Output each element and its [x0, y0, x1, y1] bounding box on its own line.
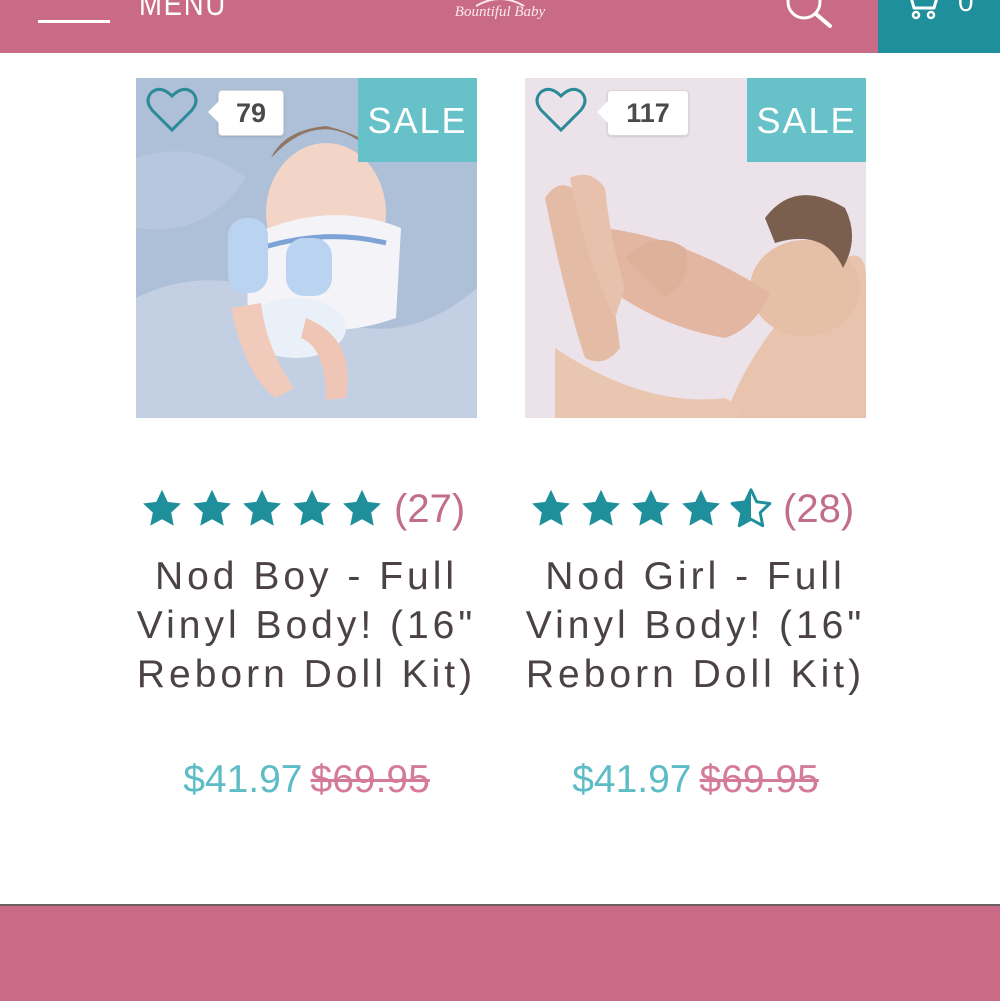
star-full-icon — [193, 489, 231, 526]
hamburger-menu-icon[interactable] — [38, 0, 110, 30]
original-price: $69.95 — [699, 758, 819, 801]
review-count[interactable]: (27) — [394, 487, 465, 532]
review-count[interactable]: (28) — [783, 487, 854, 532]
star-full-icon — [582, 489, 620, 526]
star-half-icon — [730, 488, 772, 528]
product-card[interactable]: 79 SALE (27) Nod Boy - Full Vinyl Body! … — [136, 78, 477, 801]
site-logo[interactable]: Bountiful Baby — [430, 0, 570, 26]
product-image[interactable]: 117 SALE — [525, 78, 866, 418]
logo-text: Bountiful Baby — [454, 4, 546, 20]
menu-label[interactable]: MENU — [139, 0, 227, 23]
sale-badge: SALE — [747, 78, 866, 162]
star-full-icon — [143, 489, 181, 526]
cart-count: 0 — [958, 0, 974, 17]
star-rating — [529, 487, 779, 531]
sale-price: $41.97 — [572, 758, 692, 801]
star-full-icon — [293, 489, 331, 526]
product-rating[interactable]: (28) — [529, 484, 854, 534]
wishlist-count: 79 — [208, 90, 284, 136]
star-full-icon — [243, 489, 281, 526]
product-card[interactable]: 117 SALE (28) Nod Girl - Full Vinyl Body… — [525, 78, 866, 801]
cart-icon — [910, 0, 938, 20]
star-full-icon — [343, 489, 381, 526]
sale-badge: SALE — [358, 78, 477, 162]
product-price: $41.97 $69.95 — [116, 758, 497, 802]
site-footer — [0, 904, 1000, 1001]
site-header: MENU Bountiful Baby 0 — [0, 0, 1000, 53]
sale-price: $41.97 — [183, 758, 303, 801]
product-image[interactable]: 79 SALE — [136, 78, 477, 418]
product-price: $41.97 $69.95 — [505, 758, 886, 802]
wishlist-heart-icon[interactable] — [146, 86, 198, 134]
cart-button[interactable] — [878, 0, 1000, 53]
product-rating[interactable]: (27) — [140, 484, 465, 534]
star-rating — [140, 487, 390, 531]
original-price: $69.95 — [310, 758, 430, 801]
wishlist-heart-icon[interactable] — [535, 86, 587, 134]
wishlist-count: 117 — [597, 90, 689, 136]
star-full-icon — [532, 489, 570, 526]
search-icon[interactable] — [782, 0, 836, 30]
star-full-icon — [632, 489, 670, 526]
product-title[interactable]: Nod Boy - Full Vinyl Body! (16" Reborn D… — [116, 552, 497, 699]
product-title[interactable]: Nod Girl - Full Vinyl Body! (16" Reborn … — [505, 552, 886, 699]
star-full-icon — [682, 489, 720, 526]
